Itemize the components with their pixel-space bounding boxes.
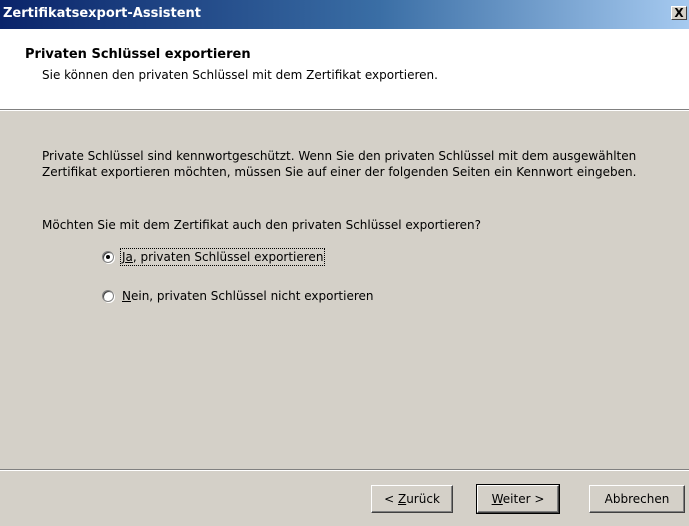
- wizard-header: Privaten Schlüssel exportieren Sie könne…: [0, 29, 689, 109]
- title-bar: Zertifikatsexport-Assistent X: [0, 0, 689, 29]
- page-title: Privaten Schlüssel exportieren: [25, 47, 251, 62]
- page-subtitle: Sie können den privaten Schlüssel mit de…: [42, 68, 438, 82]
- radio-label-export-key[interactable]: Ja, privaten Schlüssel exportieren: [119, 248, 326, 266]
- window-title: Zertifikatsexport-Assistent: [3, 6, 202, 21]
- footer-divider: [0, 469, 689, 471]
- header-divider: [0, 109, 689, 111]
- question-text: Möchten Sie mit dem Zertifikat auch den …: [42, 218, 482, 232]
- radio-label-no-export-key[interactable]: Nein, privaten Schlüssel nicht exportier…: [122, 289, 374, 303]
- description-text: Private Schlüssel sind kennwortgeschützt…: [42, 149, 637, 179]
- cancel-button[interactable]: Abbrechen: [589, 485, 685, 513]
- close-button[interactable]: X: [671, 6, 687, 20]
- radio-dot: [106, 255, 110, 259]
- radio-option-export-key[interactable]: Ja, privaten Schlüssel exportieren: [102, 248, 326, 266]
- next-button[interactable]: Weiter >: [476, 484, 560, 514]
- close-icon: X: [674, 6, 684, 20]
- back-button[interactable]: < Zurück: [371, 485, 453, 513]
- radio-button-unselected[interactable]: [102, 290, 114, 302]
- radio-button-selected[interactable]: [102, 251, 114, 263]
- radio-option-no-export-key[interactable]: Nein, privaten Schlüssel nicht exportier…: [102, 287, 374, 305]
